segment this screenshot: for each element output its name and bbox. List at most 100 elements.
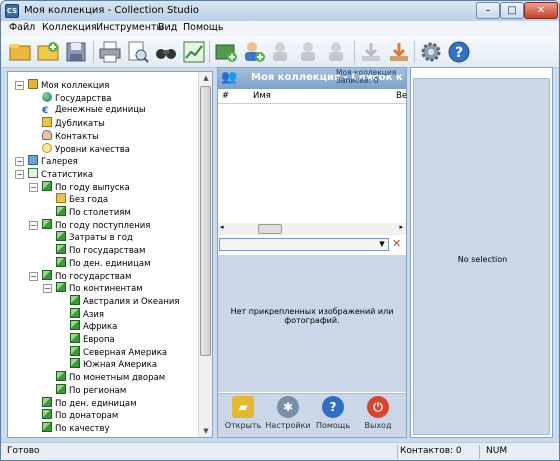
print-icon[interactable] <box>98 40 122 64</box>
tree-item-label: По столетиям <box>69 208 131 218</box>
tree-item-label: Контакты <box>55 131 99 142</box>
collapse-toggle[interactable]: − <box>29 271 38 281</box>
tree-item[interactable]: − Статистика <box>15 167 93 180</box>
tree-item[interactable]: − По государствам <box>29 269 131 282</box>
open-collection-icon[interactable] <box>8 40 32 64</box>
new-collection-icon[interactable] <box>36 40 60 64</box>
collapse-toggle[interactable]: − <box>29 220 38 230</box>
open-button[interactable]: ▰ Открыть <box>220 396 266 430</box>
settings-icon[interactable] <box>419 40 443 64</box>
delete-contact-icon[interactable] <box>326 40 350 64</box>
column-number[interactable]: # <box>222 91 229 101</box>
tree-item[interactable]: Южная Америка <box>70 358 157 370</box>
collapse-toggle[interactable]: − <box>15 81 24 90</box>
menu-help[interactable]: Помощь <box>183 22 223 33</box>
collapse-toggle[interactable]: − <box>43 284 52 294</box>
gallery-icon <box>28 155 38 166</box>
globe-icon <box>42 91 52 102</box>
import-icon[interactable] <box>359 40 383 64</box>
tree-item[interactable]: − По году выпуска <box>29 180 130 193</box>
menu-view[interactable]: Вид <box>158 22 177 33</box>
scroll-left-arrow[interactable]: ◂ <box>220 223 224 231</box>
chevron-down-icon[interactable]: ▼ <box>376 239 388 250</box>
maximize-button[interactable]: □ <box>500 2 524 19</box>
chart-icon <box>56 231 66 242</box>
tree-item[interactable]: По ден. единицам <box>56 256 150 269</box>
help-icon[interactable]: ? <box>447 40 471 64</box>
tree-item-label: Галерея <box>41 157 78 168</box>
tree-item[interactable]: − Галерея <box>15 155 78 168</box>
tree-item[interactable]: По государствам <box>56 244 145 256</box>
title-bar[interactable]: CS Моя коллекция - Collection Studio – □… <box>1 1 559 21</box>
tree-item[interactable]: Без года <box>56 193 108 205</box>
tree-item[interactable]: Государства <box>42 91 112 104</box>
find-icon[interactable] <box>154 40 178 64</box>
list-header: 👥 Моя коллекция - Список к Моя коллекция… <box>218 68 406 89</box>
statistics-icon[interactable] <box>182 40 206 64</box>
image-select[interactable]: ▼ <box>219 238 389 251</box>
tree-item[interactable]: − По году поступления <box>29 218 150 231</box>
horizontal-scrollbar[interactable]: ◂ ▸ <box>218 223 406 235</box>
print-preview-icon[interactable] <box>126 40 150 64</box>
close-button[interactable]: ✕ <box>524 2 558 19</box>
tree-item-label: Государства <box>55 93 112 104</box>
currency-icon: € <box>42 107 52 118</box>
tree-item[interactable]: Северная Америка <box>70 345 167 358</box>
remove-contact-icon[interactable] <box>298 40 322 64</box>
tree-item[interactable]: По монетным дворам <box>56 371 165 383</box>
tree-scroll-thumb[interactable] <box>200 86 211 356</box>
exit-button[interactable]: ⏻ Выход <box>355 396 401 430</box>
help-button[interactable]: ? Помощь <box>310 396 356 430</box>
column-name[interactable]: Имя <box>253 91 271 101</box>
tree-toggle[interactable]: − <box>15 157 24 167</box>
export-icon[interactable] <box>387 40 411 64</box>
chart-icon <box>70 320 80 331</box>
tree-item[interactable]: Австралия и Океания <box>70 294 180 307</box>
delete-image-icon[interactable]: ✕ <box>392 237 401 250</box>
scroll-down-arrow[interactable]: ▼ <box>199 425 213 437</box>
scroll-right-arrow[interactable]: ▸ <box>399 223 403 231</box>
tree-item-label: Затраты в год <box>69 233 133 244</box>
tree-item-label: Уровни качества <box>55 144 131 155</box>
column-weight[interactable]: Ве <box>396 91 407 101</box>
collapse-toggle[interactable]: − <box>15 169 24 179</box>
tree-item[interactable]: Африка <box>70 320 117 332</box>
add-item-icon[interactable] <box>214 40 238 64</box>
tree-item[interactable]: Контакты <box>42 129 99 142</box>
add-contact-icon[interactable] <box>242 40 266 64</box>
edit-contact-icon[interactable] <box>270 40 294 64</box>
menu-collection[interactable]: Коллекция <box>42 22 97 33</box>
tree-item-label: Денежные единицы <box>55 105 146 116</box>
collapse-toggle[interactable]: − <box>29 182 38 192</box>
tree-item[interactable]: По регионам <box>56 383 126 396</box>
menu-tools[interactable]: Инструменты <box>96 22 164 33</box>
tree-item[interactable]: Дубликаты <box>42 117 105 129</box>
no-images-message: Нет прикрепленных изображений или фотогр… <box>230 307 394 325</box>
tree-item[interactable]: По ден. единицам <box>42 396 136 409</box>
settings-button[interactable]: ✱ Настройки <box>265 396 311 430</box>
action-label: Выход <box>364 421 392 430</box>
tree-item[interactable]: Европа <box>70 333 115 345</box>
save-icon[interactable] <box>64 40 88 64</box>
tree-item[interactable]: − Моя коллекция <box>15 79 109 91</box>
tree-item-label: Дубликаты <box>55 119 105 130</box>
scroll-up-arrow[interactable]: ▲ <box>199 72 213 84</box>
tree-item[interactable]: По столетиям <box>56 206 131 218</box>
chart-icon <box>42 269 52 280</box>
tree-item[interactable]: Затраты в год <box>56 231 133 243</box>
tree-item[interactable]: Азия <box>70 307 104 320</box>
tree-item[interactable]: € Денежные единицы <box>42 104 146 118</box>
chart-icon <box>56 371 66 382</box>
navigation-tree[interactable]: − Моя коллекция Государства € Денежные едини… <box>7 71 213 438</box>
tree-item[interactable]: − По континентам <box>43 282 143 294</box>
menu-file[interactable]: Файл <box>9 22 35 33</box>
chart-icon <box>70 333 80 343</box>
minimize-button[interactable]: – <box>476 2 500 19</box>
tree-scrollbar[interactable]: ▲ ▼ <box>198 72 212 437</box>
details-panel: No selection <box>410 67 553 438</box>
exit-icon: ⏻ <box>367 396 389 418</box>
tree-item[interactable]: По качеству <box>42 421 110 434</box>
tree-item[interactable]: По донаторам <box>42 409 118 421</box>
tree-item[interactable]: Уровни качества <box>42 142 131 155</box>
horizontal-scroll-thumb[interactable] <box>258 224 282 234</box>
